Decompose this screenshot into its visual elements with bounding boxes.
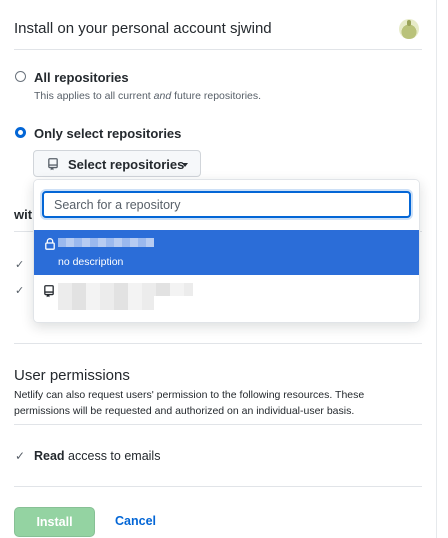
repo-icon [43, 285, 55, 301]
redacted-repository-name [58, 238, 154, 247]
repository-filter [34, 180, 419, 231]
user-permissions-title: User permissions [14, 367, 130, 384]
account-avatar [399, 19, 419, 39]
repository-dropdown: no description [33, 179, 420, 323]
cancel-link[interactable]: Cancel [115, 514, 156, 528]
repo-icon [47, 158, 59, 174]
hidden-section-heading: wit [14, 207, 33, 222]
install-page: Install on your personal account sjwind … [0, 0, 448, 538]
user-permissions-divider [14, 424, 422, 425]
repository-section-divider [14, 343, 422, 344]
page-edge-divider [436, 0, 437, 538]
redacted-repository-name [58, 283, 193, 296]
select-repositories-button-label: Select repositories [68, 157, 185, 172]
check-icon: ✓ [15, 259, 25, 271]
repository-option[interactable] [34, 275, 419, 322]
select-repositories-radio[interactable] [15, 127, 26, 138]
permission-item-emails: Read access to emails [34, 449, 161, 463]
check-icon: ✓ [15, 449, 26, 463]
title-divider [14, 49, 422, 50]
repository-description: no description [58, 256, 124, 268]
user-permissions-description: Netlify can also request users' permissi… [14, 389, 365, 417]
repository-search-input[interactable] [42, 191, 411, 218]
repository-option-private[interactable]: no description [34, 230, 419, 275]
redacted-repository-name [58, 296, 154, 310]
select-repositories-button[interactable]: Select repositories [33, 150, 201, 177]
lock-icon [45, 237, 55, 253]
chevron-down-icon [182, 163, 188, 167]
select-repositories-label[interactable]: Only select repositories [34, 126, 181, 141]
all-repositories-description: This applies to all current and future r… [34, 90, 262, 102]
check-icon: ✓ [15, 285, 25, 297]
all-repositories-radio[interactable] [15, 71, 26, 82]
all-repositories-label[interactable]: All repositories [34, 70, 129, 85]
install-button[interactable]: Install [14, 507, 95, 537]
actions-divider [14, 486, 422, 487]
install-title: Install on your personal account sjwind [14, 20, 272, 37]
